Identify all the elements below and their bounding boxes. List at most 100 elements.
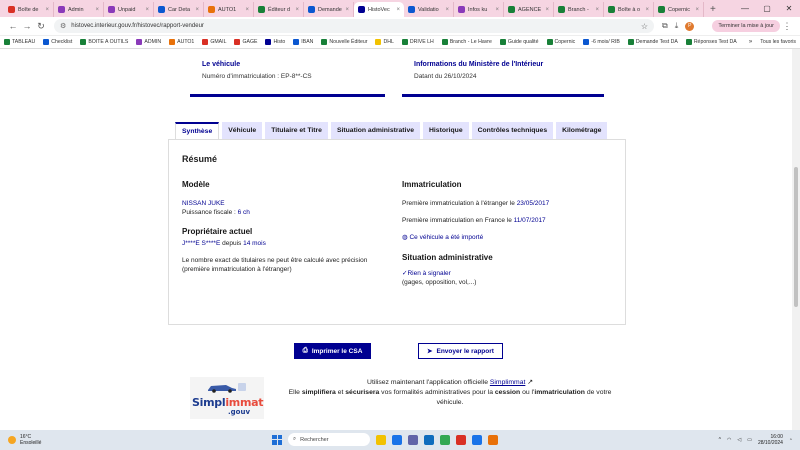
close-tab-icon[interactable]: × [645, 7, 649, 13]
taskbar-app-icon[interactable] [488, 434, 498, 445]
browser-tab[interactable]: Infos ku × [454, 2, 504, 17]
tab-synthese[interactable]: Synthèse [175, 122, 220, 139]
bookmark-item[interactable]: DRIVE LH [401, 39, 434, 45]
bookmark-item[interactable]: Réponses Test DA [685, 39, 737, 45]
tab-situation[interactable]: Situation administrative [330, 122, 420, 139]
tab-historique[interactable]: Historique [423, 122, 469, 139]
bookmark-item[interactable]: Nouvelle Éditeur [321, 39, 367, 45]
close-tab-icon[interactable]: × [45, 7, 49, 13]
close-tab-icon[interactable]: × [245, 7, 249, 13]
close-tab-icon[interactable]: × [545, 7, 549, 13]
forward-icon[interactable]: → [20, 21, 34, 31]
bookmark-item[interactable]: Checklist [43, 39, 72, 45]
browser-tab[interactable]: Boîte de × [4, 2, 54, 17]
bookmark-item[interactable]: Demande Test DA [627, 39, 678, 45]
tab-titulaire[interactable]: Titulaire et Titre [265, 122, 328, 139]
close-tab-icon[interactable]: × [345, 7, 349, 13]
bookmark-item[interactable]: Guide qualité [499, 39, 539, 45]
taskbar-app-icon[interactable] [472, 434, 482, 445]
menu-icon[interactable]: ⋮ [780, 21, 794, 32]
bookmark-item[interactable]: AUTO1 [169, 39, 194, 45]
taskbar-app-icon[interactable] [424, 434, 434, 445]
taskbar-search[interactable]: ⌕ Rechercher [288, 433, 370, 446]
browser-tab[interactable]: Branch - × [554, 2, 604, 17]
downloads-icon[interactable]: ⤓ [675, 21, 679, 31]
taskbar-app-icon[interactable] [440, 434, 450, 445]
bookmark-label: Nouvelle Éditeur [329, 39, 368, 45]
browser-tab[interactable]: Copernic × [654, 2, 704, 17]
url-field[interactable]: ⚙ histovec.interieur.gouv.fr/histovec/ra… [54, 19, 654, 33]
battery-icon[interactable]: ▭ [747, 437, 752, 443]
close-window-icon[interactable]: ✕ [778, 4, 800, 13]
browser-tab[interactable]: Demande × [304, 2, 354, 17]
vehicle-card[interactable]: Le véhicule Numéro d'immatriculation : E… [190, 49, 385, 97]
bookmark-star-icon[interactable]: ☆ [641, 22, 648, 31]
notification-bell-icon[interactable]: ◔ [789, 437, 792, 443]
browser-tab[interactable]: AGENCE × [504, 2, 554, 17]
close-tab-icon[interactable]: × [95, 7, 99, 13]
wifi-icon[interactable]: ◠ [727, 437, 731, 443]
close-tab-icon[interactable]: × [145, 7, 149, 13]
taskbar-app-icon[interactable] [456, 434, 466, 445]
taskbar-app-icon[interactable] [376, 434, 386, 445]
taskbar-app-icon[interactable] [408, 434, 418, 445]
simplimmat-logo[interactable]: Simplimmat .gouv [190, 377, 264, 419]
page-scrollbar[interactable] [792, 49, 800, 430]
owner-name: J****E S****E [182, 240, 221, 247]
close-tab-icon[interactable]: × [396, 7, 400, 13]
bookmark-item[interactable]: ADMIN [136, 39, 161, 45]
tab-vehicule[interactable]: Véhicule [222, 122, 263, 139]
browser-tab[interactable]: Validatio × [404, 2, 454, 17]
tab-kilometrage[interactable]: Kilométrage [556, 122, 608, 139]
minimize-icon[interactable]: — [734, 4, 756, 13]
bookmark-item[interactable]: Branch - Le Havre [441, 39, 492, 45]
close-tab-icon[interactable]: × [195, 7, 199, 13]
bookmark-item[interactable]: Histo [265, 39, 285, 45]
close-tab-icon[interactable]: × [695, 7, 699, 13]
close-tab-icon[interactable]: × [495, 7, 499, 13]
scrollbar-thumb[interactable] [794, 167, 798, 307]
extensions-icon[interactable]: ⧉ [662, 21, 668, 31]
bookmark-item[interactable]: BOITE A OUTILS [80, 39, 128, 45]
browser-tab[interactable]: Admin × [54, 2, 104, 17]
taskbar-app-icon[interactable] [392, 434, 402, 445]
maximize-icon[interactable]: ▢ [756, 4, 778, 13]
volume-icon[interactable]: ◁ [737, 437, 741, 443]
bookmark-item[interactable]: IBAN [293, 39, 313, 45]
browser-tab[interactable]: HistoVec × [354, 2, 404, 17]
close-tab-icon[interactable]: × [595, 7, 599, 13]
windows-start-icon[interactable] [272, 434, 282, 445]
bookmark-item[interactable]: -6 mois/ RIB [583, 39, 620, 45]
taskbar-clock[interactable]: 16:00 28/10/2024 [758, 434, 783, 446]
bookmark-item[interactable]: GAGE [234, 39, 257, 45]
bookmarks-overflow[interactable]: » [749, 39, 752, 45]
print-csa-button[interactable]: ⎙ Imprimer le CSA [294, 343, 371, 359]
bookmark-item[interactable]: DHL [375, 39, 394, 45]
owner-line: J****E S****E depuis 14 mois [182, 239, 397, 248]
send-report-button[interactable]: ➤ Envoyer le rapport [418, 343, 503, 359]
reload-icon[interactable]: ↻ [34, 21, 48, 32]
bookmark-icon [546, 39, 553, 45]
browser-tab[interactable]: Boîte à o × [604, 2, 654, 17]
new-tab-icon[interactable]: + [704, 2, 722, 17]
update-button[interactable]: Terminer la mise à jour [712, 20, 780, 32]
all-bookmarks-link[interactable]: Tous les favoris [760, 39, 796, 45]
browser-tab[interactable]: Car Deta × [154, 2, 204, 17]
bookmark-item[interactable]: GMAIL [202, 39, 226, 45]
vehicle-plate: Numéro d'immatriculation : EP-8**-CS [202, 73, 312, 80]
simplimmat-link[interactable]: Simplimmat [490, 379, 526, 386]
close-tab-icon[interactable]: × [445, 7, 449, 13]
tab-controles[interactable]: Contrôles techniques [471, 122, 554, 139]
ministry-card[interactable]: Informations du Ministère de l'Intérieur… [402, 49, 604, 97]
bookmark-item[interactable]: Copernic [546, 39, 575, 45]
back-icon[interactable]: ← [6, 21, 20, 31]
browser-tab[interactable]: AUTO1 × [204, 2, 254, 17]
browser-tab[interactable]: Unpaid × [104, 2, 154, 17]
bookmark-item[interactable]: TABLEAU [4, 39, 35, 45]
close-tab-icon[interactable]: × [295, 7, 299, 13]
site-info-icon[interactable]: ⚙ [60, 22, 66, 30]
profile-avatar[interactable]: P [685, 21, 695, 31]
weather-widget[interactable]: 16°C Ensoleillé [8, 434, 41, 446]
browser-tab[interactable]: Éditeur d × [254, 2, 304, 17]
tray-chevron-icon[interactable]: ^ [719, 437, 721, 443]
